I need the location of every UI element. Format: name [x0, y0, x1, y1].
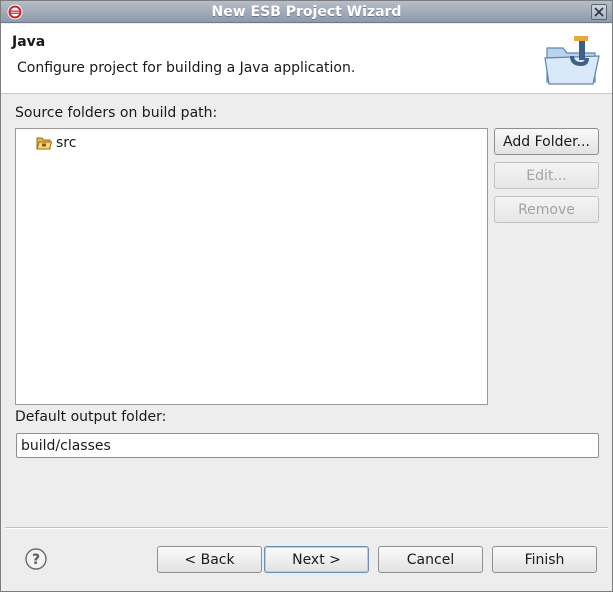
source-folders-label: Source folders on build path: — [15, 105, 218, 121]
help-icon[interactable]: ? — [24, 547, 48, 571]
edit-button[interactable]: Edit... — [494, 162, 599, 189]
svg-text:?: ? — [32, 552, 40, 568]
wizard-window: New ESB Project Wizard Java Configure pr… — [0, 0, 613, 592]
page-title: Java — [12, 34, 46, 50]
output-folder-input[interactable] — [16, 433, 599, 458]
page-description: Configure project for building a Java ap… — [17, 60, 356, 76]
source-folders-list[interactable]: src — [15, 128, 488, 405]
list-item-label: src — [56, 135, 77, 151]
window-title: New ESB Project Wizard — [211, 4, 402, 20]
remove-button[interactable]: Remove — [494, 196, 599, 223]
java-folder-icon — [541, 34, 605, 90]
next-button[interactable]: Next > — [264, 546, 369, 573]
output-folder-label: Default output folder: — [15, 409, 167, 425]
back-button[interactable]: < Back — [157, 546, 262, 573]
title-bar[interactable]: New ESB Project Wizard — [1, 1, 612, 23]
finish-button[interactable]: Finish — [492, 546, 597, 573]
source-folder-icon — [36, 136, 53, 150]
footer-separator — [5, 527, 608, 529]
cancel-button[interactable]: Cancel — [378, 546, 483, 573]
close-icon[interactable] — [591, 4, 607, 20]
add-folder-button[interactable]: Add Folder... — [494, 128, 599, 155]
wizard-header: Java Configure project for building a Ja… — [1, 24, 612, 94]
list-item[interactable]: src — [36, 134, 76, 152]
